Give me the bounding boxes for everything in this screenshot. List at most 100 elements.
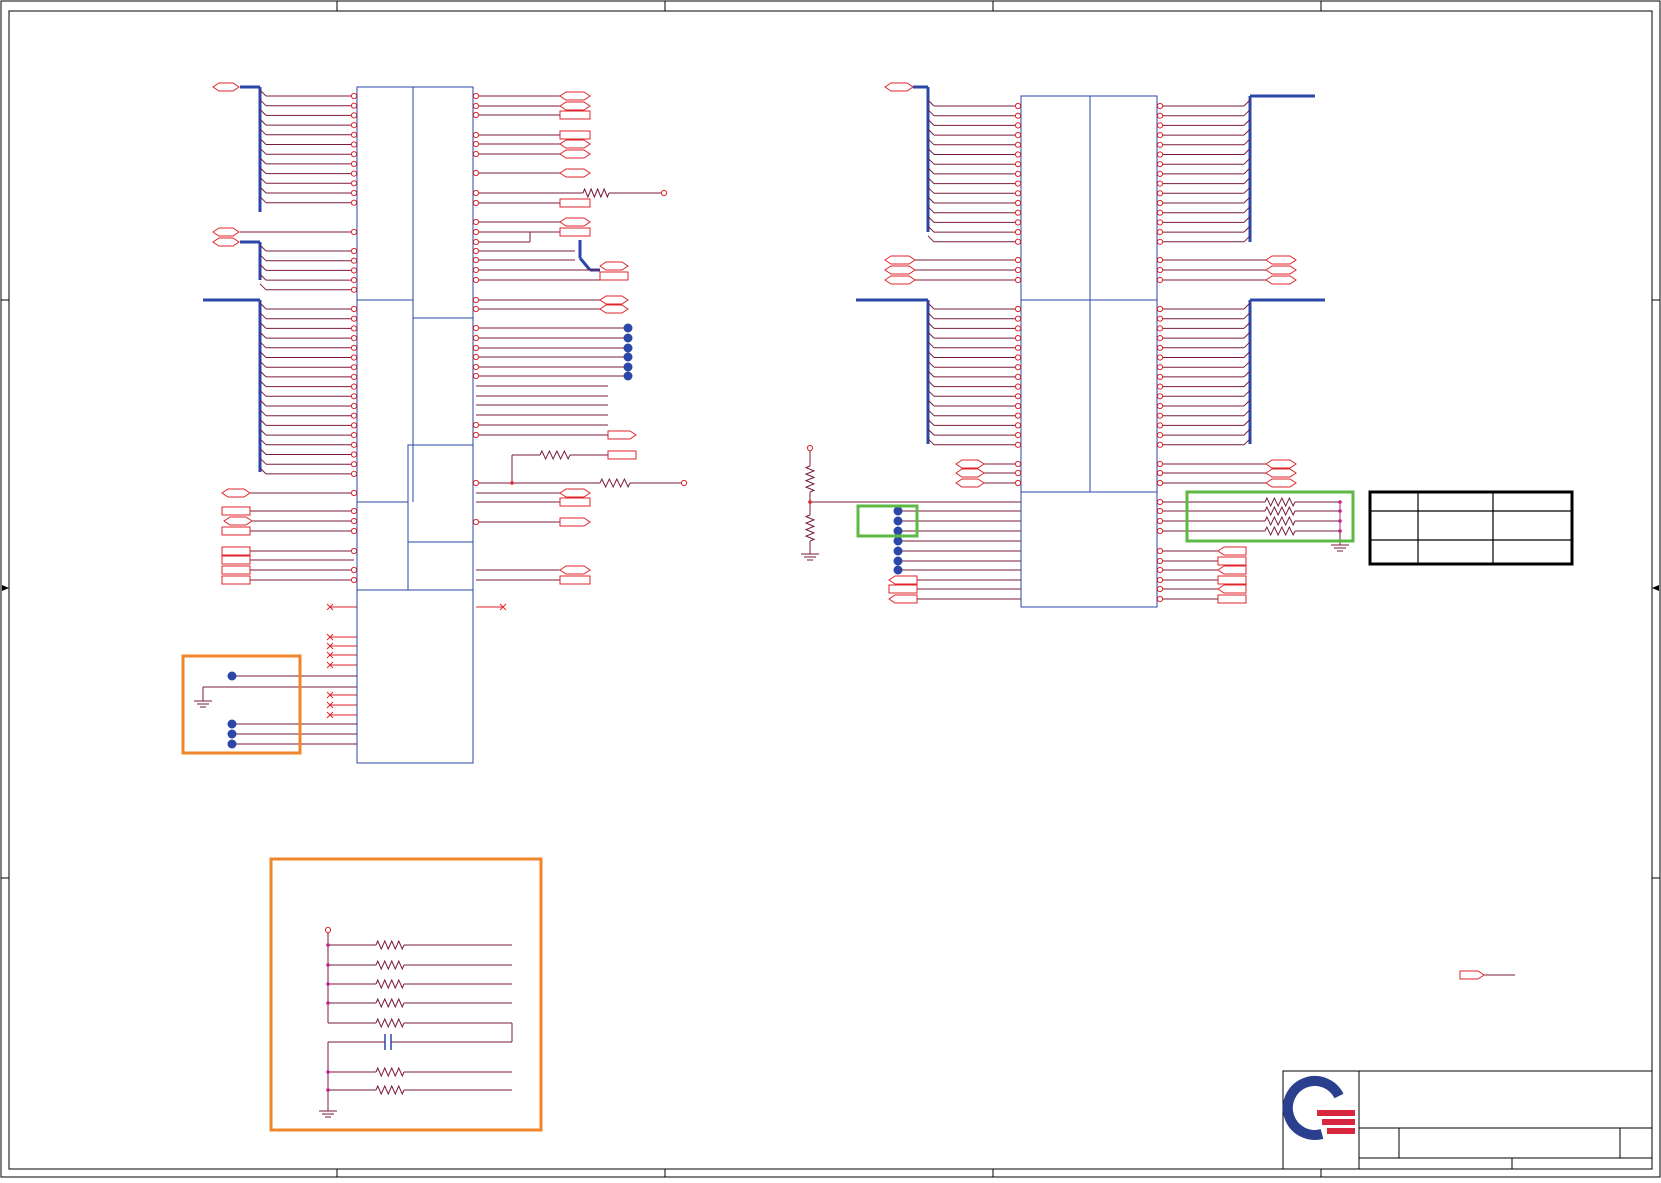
power-pin-circle bbox=[472, 199, 480, 207]
power-pin-circle bbox=[350, 373, 358, 380]
power-pin-circle bbox=[350, 102, 358, 109]
power-pin-circle bbox=[806, 444, 814, 452]
junction-dot bbox=[1338, 509, 1342, 513]
resistor-symbol bbox=[1264, 505, 1296, 517]
net-label-flag bbox=[559, 149, 591, 159]
power-pin-circle bbox=[472, 334, 480, 342]
junction-dot bbox=[326, 982, 330, 986]
resistor-symbol bbox=[599, 477, 631, 489]
power-pin-circle bbox=[472, 140, 480, 148]
junction-dots bbox=[227, 323, 1342, 1092]
net-label-flag bbox=[1265, 275, 1297, 285]
power-pin-circle bbox=[350, 112, 358, 119]
power-pin-circle bbox=[472, 218, 480, 226]
power-pin-circle bbox=[350, 344, 358, 351]
net-label-flag bbox=[212, 237, 240, 247]
power-pin-circle bbox=[350, 170, 358, 177]
power-pin-circle bbox=[1014, 238, 1022, 245]
power-pin-circle bbox=[1156, 180, 1164, 187]
power-pin-circle bbox=[1014, 460, 1022, 468]
power-pin-circle bbox=[350, 189, 358, 197]
junction-dot bbox=[623, 352, 633, 362]
net-label-flag bbox=[221, 506, 251, 516]
power-pin-circle bbox=[350, 441, 358, 448]
power-pin-circle bbox=[1156, 402, 1164, 410]
power-pin-circle bbox=[1156, 344, 1164, 351]
resistor-symbol bbox=[1264, 515, 1296, 527]
power-pin-circle bbox=[1014, 161, 1022, 168]
power-pin-circle bbox=[350, 199, 358, 206]
net-label-flag bbox=[559, 575, 591, 585]
power-pin-circle bbox=[472, 189, 480, 197]
net-label-flag bbox=[559, 101, 591, 111]
power-pin-circle bbox=[1014, 383, 1022, 390]
power-pin-circle bbox=[1014, 325, 1022, 332]
power-pin-circle bbox=[350, 141, 358, 148]
net-label-flag bbox=[888, 594, 918, 604]
bus-entry bbox=[927, 235, 935, 243]
power-pin-circle bbox=[1156, 364, 1164, 371]
net-label-flag bbox=[559, 168, 591, 178]
net-label-flag bbox=[1459, 970, 1485, 980]
power-pin-circle bbox=[350, 451, 358, 458]
net-label-flag bbox=[888, 584, 918, 594]
net-label-flag bbox=[955, 459, 985, 469]
power-pin-circle bbox=[350, 131, 358, 138]
power-pin-circle bbox=[680, 479, 688, 487]
power-pin-circle bbox=[660, 189, 668, 197]
junction-dot bbox=[1338, 500, 1342, 504]
net-label-flag bbox=[1265, 468, 1297, 478]
junction-dot bbox=[227, 671, 237, 681]
junction-dot bbox=[893, 526, 903, 536]
net-label-flag bbox=[1217, 584, 1247, 594]
ic-left-body bbox=[356, 86, 474, 764]
net-label-flag bbox=[1217, 556, 1247, 566]
power-pin-circle bbox=[1156, 412, 1164, 419]
power-pin-circle bbox=[1014, 315, 1022, 322]
bus-entry bbox=[259, 283, 267, 291]
net-label-flag bbox=[559, 139, 591, 149]
power-pin-circle bbox=[1156, 229, 1164, 236]
power-pin-circle bbox=[1156, 460, 1164, 468]
power-pin-circle bbox=[350, 267, 358, 274]
power-pin-circle bbox=[1156, 441, 1164, 448]
net-label-flag bbox=[599, 304, 629, 314]
power-pin-circle bbox=[1156, 219, 1164, 226]
resistor-symbol bbox=[1264, 525, 1296, 537]
power-pin-circle bbox=[1156, 479, 1164, 487]
power-pin-circle bbox=[472, 228, 480, 236]
power-pin-circle bbox=[350, 364, 358, 371]
power-pin-circle bbox=[472, 256, 480, 264]
net-label-flag bbox=[955, 468, 985, 478]
power-pin-circle bbox=[350, 228, 358, 236]
net-label-flag bbox=[884, 265, 916, 275]
junction-dot bbox=[623, 343, 633, 353]
resistor-symbol bbox=[375, 939, 405, 951]
signal-wires bbox=[202, 89, 1515, 1110]
junction-dot bbox=[1338, 529, 1342, 533]
power-pin-circle bbox=[472, 169, 480, 177]
power-pin-circle bbox=[1156, 161, 1164, 168]
junction-dot bbox=[326, 943, 330, 947]
power-pin-circle bbox=[1156, 122, 1164, 129]
ic-subblock bbox=[407, 444, 474, 591]
power-pin-circle bbox=[1156, 469, 1164, 477]
resistor-symbol bbox=[375, 1066, 405, 1078]
junction-dot bbox=[227, 739, 237, 749]
power-pin-circle bbox=[472, 324, 480, 332]
sheet-border-arrow-right bbox=[1652, 585, 1659, 591]
power-pin-circle bbox=[1014, 256, 1022, 264]
power-pin-circle bbox=[1014, 402, 1022, 410]
net-label-flag bbox=[559, 565, 591, 575]
power-pin-circle bbox=[350, 335, 358, 342]
power-pin-circle bbox=[472, 518, 480, 526]
net-label-flag bbox=[1217, 594, 1247, 604]
net-label-flag bbox=[599, 295, 629, 305]
power-pin-circle bbox=[1014, 344, 1022, 351]
net-label-flag bbox=[221, 546, 251, 556]
power-pin-circle bbox=[1156, 566, 1164, 574]
power-pin-circle bbox=[1156, 256, 1164, 264]
net-label-flag bbox=[955, 478, 985, 488]
junction-dot bbox=[893, 516, 903, 526]
net-label-flag bbox=[884, 255, 916, 265]
